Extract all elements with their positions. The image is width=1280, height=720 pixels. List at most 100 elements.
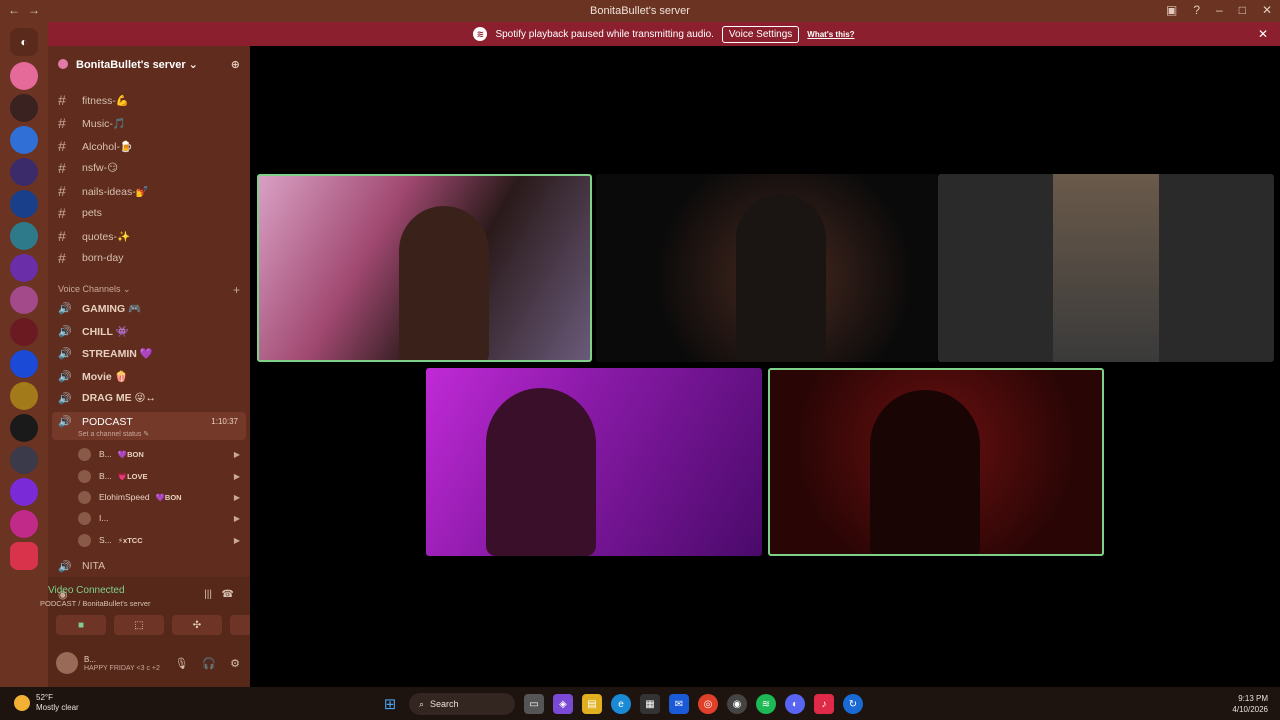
microphone-icon[interactable]: 🎙: [174, 657, 188, 670]
clock-time: 9:13 PM: [1238, 694, 1268, 703]
screen-share-button[interactable]: ⬚: [114, 615, 164, 635]
os-taskbar: 52°F Mostly clear ⊞ ⌕ Search ▭ ◈ ▤ e ▦ ✉…: [0, 687, 1280, 720]
participant-name: B...: [99, 449, 112, 459]
channel-label: DRAG ME 😜↔: [82, 392, 156, 404]
headphones-icon[interactable]: 🎧: [202, 657, 216, 670]
server-icon[interactable]: [10, 446, 38, 474]
invite-icon[interactable]: ⊕: [231, 58, 240, 71]
system-clock[interactable]: 9:13 PM 4/10/2026: [1232, 693, 1268, 715]
spotify-icon[interactable]: ≋: [756, 694, 776, 714]
participant-row[interactable]: S... ⚡xTCC ▶: [78, 531, 240, 549]
avatar[interactable]: [56, 652, 78, 674]
search-box[interactable]: ⌕ Search: [409, 693, 515, 715]
voice-channel-item[interactable]: 🔊 CHILL 👾: [58, 322, 129, 340]
speaker-icon: 🔊: [58, 560, 72, 573]
search-label: Search: [430, 699, 459, 709]
obs-icon[interactable]: ◉: [727, 694, 747, 714]
server-header[interactable]: BonitaBullet's server ⌄ ⊕: [48, 54, 250, 74]
avatar: [78, 469, 91, 483]
add-channel-icon[interactable]: +: [233, 283, 240, 297]
server-icon[interactable]: [10, 478, 38, 506]
weather-widget[interactable]: 52°F Mostly clear: [14, 693, 79, 713]
voice-channel-item[interactable]: 🔊 NITA: [58, 557, 105, 575]
whats-this-link[interactable]: What's this?: [807, 30, 854, 39]
channel-item[interactable]: # born-day: [58, 249, 123, 267]
avatar: [78, 511, 91, 525]
active-voice-channel[interactable]: 🔊 PODCAST 1:10:37 Set a channel status ✎: [52, 412, 246, 440]
channel-item[interactable]: # nails-ideas-💅: [58, 182, 149, 200]
video-tile[interactable]: [596, 174, 938, 362]
voice-channels-header[interactable]: Voice Channels ⌄ +: [58, 283, 240, 297]
task-view-icon[interactable]: ▭: [524, 694, 544, 714]
spotify-icon: ≋: [473, 27, 488, 41]
server-icon[interactable]: [10, 190, 38, 218]
channel-item[interactable]: # Music-🎵: [58, 114, 126, 132]
inbox-icon[interactable]: ▣: [1166, 3, 1177, 17]
edge-icon[interactable]: e: [611, 694, 631, 714]
discord-icon[interactable]: ◐: [785, 694, 805, 714]
participant-name: ElohimSpeed: [99, 492, 150, 502]
disconnect-icon[interactable]: ☎: [222, 589, 234, 600]
channel-item[interactable]: # fitness-💪: [58, 91, 129, 109]
minimize-icon[interactable]: –: [1216, 3, 1223, 17]
server-icon[interactable]: [10, 286, 38, 314]
server-icon[interactable]: [10, 414, 38, 442]
participant-name: B...: [99, 471, 112, 481]
channel-item[interactable]: # quotes-✨: [58, 227, 130, 245]
server-icon[interactable]: [10, 126, 38, 154]
avatar: [78, 447, 91, 461]
server-icon[interactable]: [10, 254, 38, 282]
server-icon[interactable]: [10, 158, 38, 186]
file-explorer-icon[interactable]: ▤: [582, 694, 602, 714]
tiktok-icon[interactable]: ♪: [814, 694, 834, 714]
banner-message: Spotify playback paused while transmitti…: [495, 28, 714, 40]
channel-item[interactable]: # nsfw-😏: [58, 159, 118, 177]
discord-home-icon[interactable]: ◐: [10, 28, 38, 56]
server-icon[interactable]: [10, 94, 38, 122]
call-timer: 1:10:37: [211, 417, 238, 426]
video-tile[interactable]: [938, 174, 1274, 362]
help-icon[interactable]: ?: [1193, 3, 1200, 17]
voice-channel-item[interactable]: 🔊 Movie 🍿: [58, 367, 128, 385]
noise-suppression-icon[interactable]: |||: [204, 589, 212, 600]
close-window-icon[interactable]: ✕: [1262, 3, 1272, 17]
gear-icon[interactable]: ⚙: [230, 657, 240, 670]
server-icon[interactable]: [10, 318, 38, 346]
participant-row[interactable]: B... 💗LOVE ▶: [78, 467, 240, 485]
server-icon[interactable]: [10, 382, 38, 410]
channel-item[interactable]: # Alcohol-🍺: [58, 137, 133, 155]
voice-channel-item[interactable]: 🔊 STREAMIN 💜: [58, 344, 153, 362]
close-banner-icon[interactable]: ✕: [1258, 27, 1268, 41]
server-icon[interactable]: [10, 222, 38, 250]
clock-date: 4/10/2026: [1232, 705, 1268, 714]
voice-settings-button[interactable]: Voice Settings: [721, 25, 800, 43]
chrome-icon[interactable]: ◎: [698, 694, 718, 714]
channel-status[interactable]: Set a channel status ✎: [78, 430, 149, 438]
server-icon[interactable]: [10, 350, 38, 378]
maximize-icon[interactable]: □: [1239, 3, 1246, 17]
voice-channel-item[interactable]: 🔊 GAMING 🎮: [58, 299, 141, 317]
app-icon[interactable]: ↻: [843, 694, 863, 714]
participant-row[interactable]: ElohimSpeed 💜BON ▶: [78, 488, 240, 506]
new-server-icon[interactable]: [10, 542, 38, 570]
channel-item[interactable]: # pets: [58, 204, 102, 222]
speaker-icon: 🔊: [58, 302, 72, 315]
server-icon[interactable]: [10, 510, 38, 538]
video-tile[interactable]: [426, 368, 762, 556]
activities-button[interactable]: ✣: [172, 615, 222, 635]
voice-channel-item[interactable]: 🔊 DRAG ME 😜↔: [58, 389, 156, 407]
participant-name: S...: [99, 535, 112, 545]
server-icon[interactable]: [10, 62, 38, 90]
copilot-icon[interactable]: ◈: [553, 694, 573, 714]
store-icon[interactable]: ▦: [640, 694, 660, 714]
mail-icon[interactable]: ✉: [669, 694, 689, 714]
participant-row[interactable]: I... ▶: [78, 509, 240, 527]
participant-row[interactable]: B... 💜BON ▶: [78, 445, 240, 463]
section-label: Voice Channels ⌄: [58, 284, 131, 294]
video-tile[interactable]: [257, 174, 592, 362]
video-tile[interactable]: [768, 368, 1104, 556]
windows-start-icon[interactable]: ⊞: [380, 694, 400, 714]
video-stage: [250, 46, 1280, 687]
video-feed: [736, 194, 826, 362]
camera-button[interactable]: ■: [56, 615, 106, 635]
